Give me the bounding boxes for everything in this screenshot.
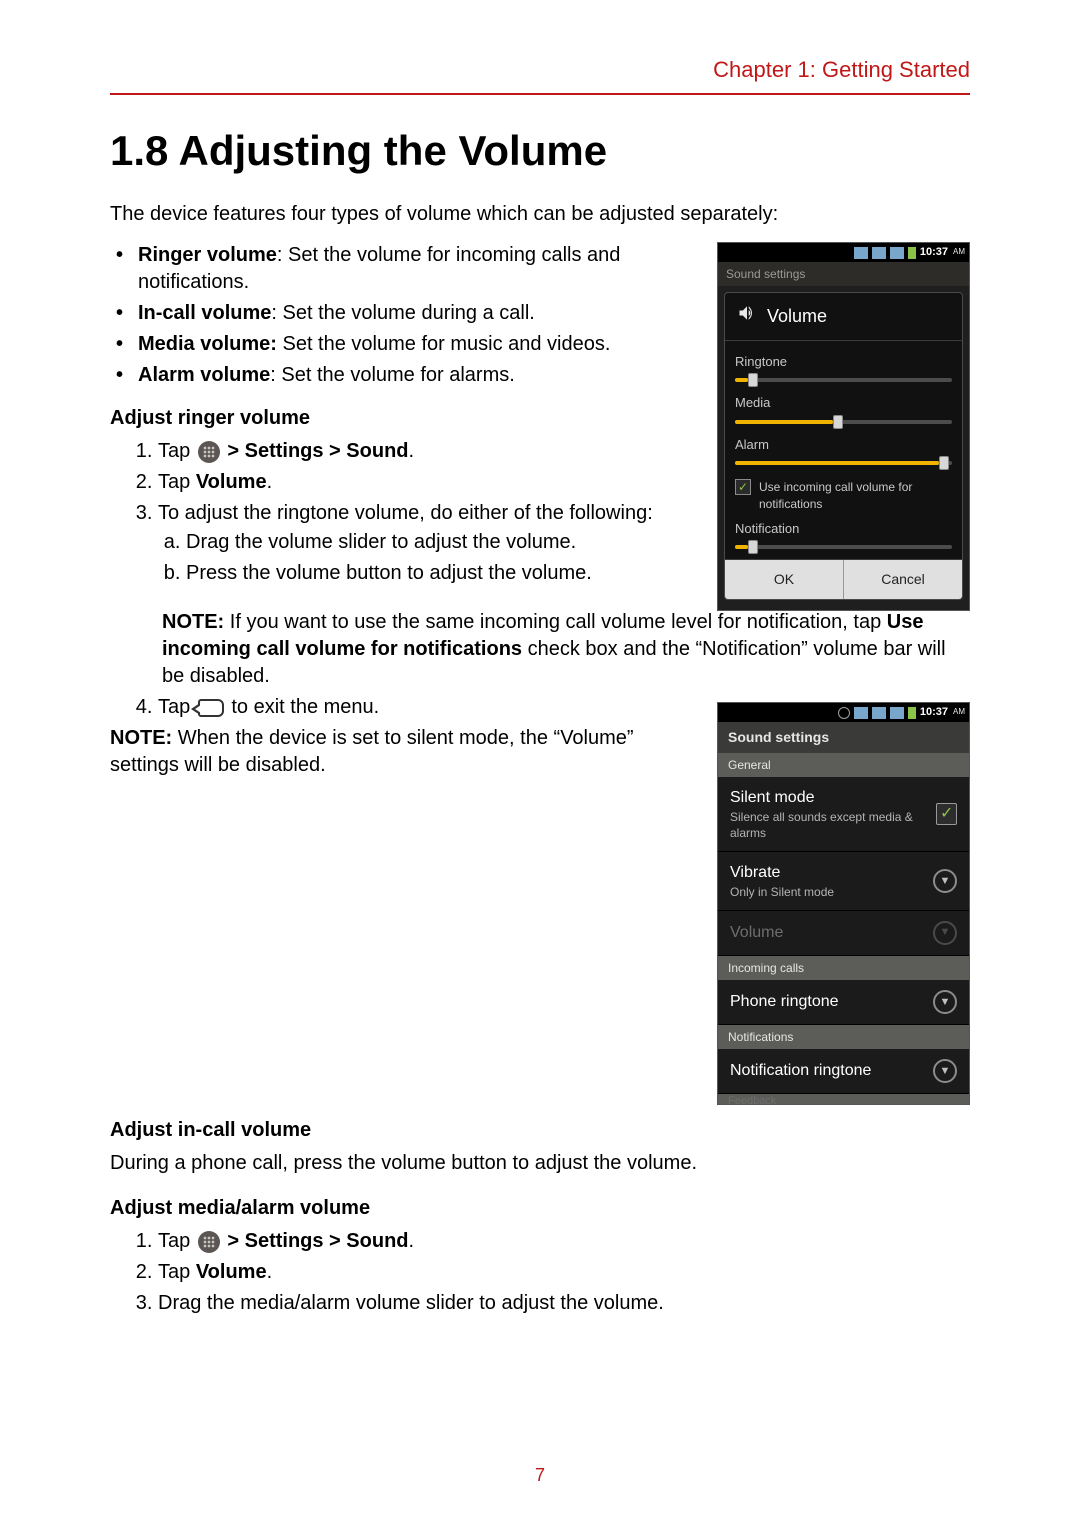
signal-icon [890,247,904,259]
media-alarm-steps: Tap > Settings > Sound. Tap Volume. Drag… [110,1228,970,1317]
row-silent-mode[interactable]: Silent modeSilence all sounds except med… [718,777,969,852]
slider-media-label: Media [735,394,952,412]
signal-icon [890,707,904,719]
signal-icon [872,247,886,259]
status-ampm: AM [953,247,965,258]
battery-icon [908,247,916,259]
battery-icon [908,707,916,719]
dialog-title-row: Volume [725,293,962,340]
category-incoming: Incoming calls [718,956,969,980]
row-notification-ringtone[interactable]: Notification ringtone ▼ [718,1049,969,1094]
row-vibrate[interactable]: VibrateOnly in Silent mode ▼ [718,852,969,911]
volume-type-ringer: Ringer volume: Set the volume for incomi… [138,242,687,296]
volume-type-incall: In-call volume: Set the volume during a … [138,300,687,327]
screenshot-sound-settings: 10:37 AM Sound settings General Silent mo… [717,702,970,1105]
ma-step-2: Tap Volume. [158,1259,970,1286]
dropdown-icon[interactable]: ▼ [933,869,957,893]
signal-icon [872,707,886,719]
status-time: 10:37 [920,245,948,260]
ringer-step-1: Tap > Settings > Sound. [158,438,687,465]
slider-notification-label: Notification [735,520,952,538]
slider-notification[interactable] [735,541,952,553]
apps-grid-icon [198,441,220,463]
status-time: 10:37 [920,705,948,720]
category-notifications: Notifications [718,1025,969,1049]
volume-dialog: Volume Ringtone Media Alarm ✓ Use incomi… [724,292,963,600]
speaker-icon [737,303,757,329]
note-use-incoming: NOTE: If you want to use the same incomi… [110,609,970,690]
sync-icon [838,707,850,719]
checkbox-checked-icon[interactable]: ✓ [936,803,957,825]
status-ampm: AM [953,707,965,718]
ringer-step-4: Tap to exit the menu. [158,694,687,721]
row-volume-disabled: Volume ▼ [718,911,969,956]
ringer-step-3: To adjust the ringtone volume, do either… [158,500,687,587]
ringer-steps-cont: Tap to exit the menu. [110,694,687,721]
slider-ringtone[interactable] [735,374,952,386]
note-silent-mode: NOTE: When the device is set to silent m… [110,725,687,779]
settings-title: Sound settings [718,722,969,753]
intro-text: The device features four types of volume… [110,201,970,228]
use-incoming-label: Use incoming call volume for notificatio… [759,479,952,511]
ok-button[interactable]: OK [725,560,843,599]
volume-types-list: Ringer volume: Set the volume for incomi… [110,242,687,389]
subhead-media-alarm: Adjust media/alarm volume [110,1195,970,1222]
status-bar: 10:37 AM [718,703,969,722]
subhead-incall: Adjust in-call volume [110,1117,970,1144]
volume-type-media: Media volume: Set the volume for music a… [138,331,687,358]
signal-icon [854,247,868,259]
ringer-step-3a: Drag the volume slider to adjust the vol… [186,529,687,556]
back-icon [198,699,224,717]
dropdown-icon[interactable]: ▼ [933,990,957,1014]
chapter-header: Chapter 1: Getting Started [110,55,970,95]
use-incoming-row[interactable]: ✓ Use incoming call volume for notificat… [735,479,952,511]
category-general: General [718,753,969,777]
ringer-step-2: Tap Volume. [158,469,687,496]
ringer-step-3b: Press the volume button to adjust the vo… [186,560,687,587]
dialog-title: Volume [767,304,827,328]
section-title: 1.8 Adjusting the Volume [110,123,970,180]
dropdown-disabled-icon: ▼ [933,921,957,945]
incall-text: During a phone call, press the volume bu… [110,1150,970,1177]
category-feedback-cut: Feedback [718,1094,969,1104]
ringer-steps: Tap > Settings > Sound. Tap Volume. To a… [110,438,687,587]
dim-header: Sound settings [718,262,969,286]
apps-grid-icon [198,1231,220,1253]
subhead-ringer: Adjust ringer volume [110,405,687,432]
slider-alarm-label: Alarm [735,436,952,454]
checkbox-icon[interactable]: ✓ [735,479,751,495]
slider-ringtone-label: Ringtone [735,353,952,371]
volume-type-alarm: Alarm volume: Set the volume for alarms. [138,362,687,389]
dropdown-icon[interactable]: ▼ [933,1059,957,1083]
slider-media[interactable] [735,416,952,428]
page-number: 7 [0,1463,1080,1487]
row-phone-ringtone[interactable]: Phone ringtone ▼ [718,980,969,1025]
cancel-button[interactable]: Cancel [843,560,962,599]
screenshot-volume-dialog: 10:37 AM Sound settings Volume Ringtone M… [717,242,970,611]
slider-alarm[interactable] [735,457,952,469]
signal-icon [854,707,868,719]
status-bar: 10:37 AM [718,243,969,262]
ma-step-3: Drag the media/alarm volume slider to ad… [158,1290,970,1317]
ma-step-1: Tap > Settings > Sound. [158,1228,970,1255]
